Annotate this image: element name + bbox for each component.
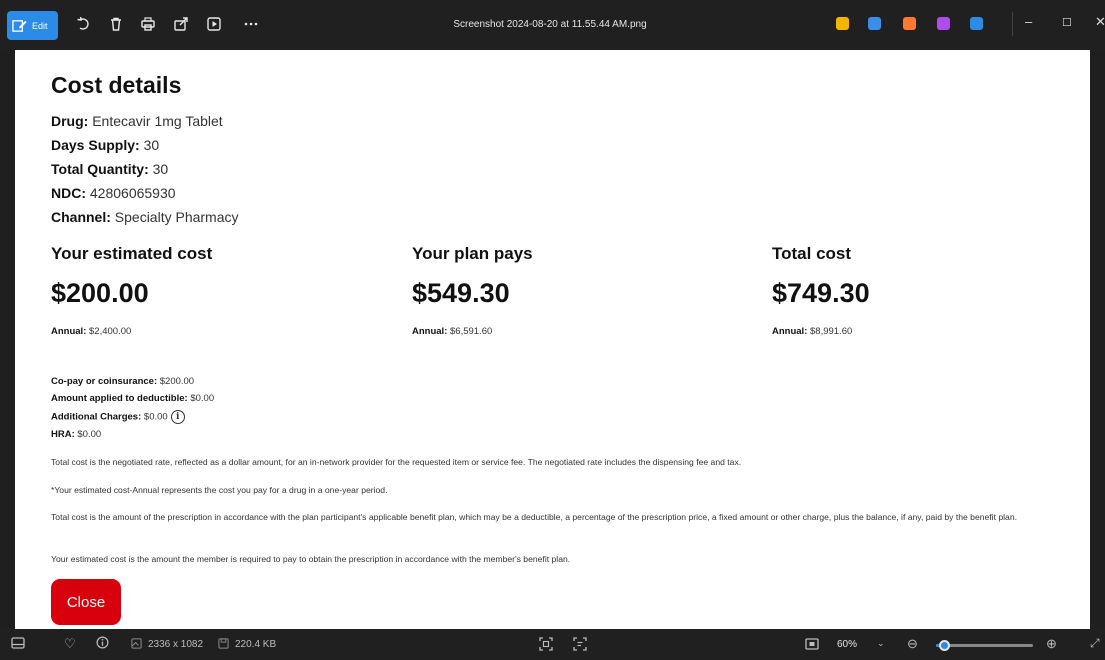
- separator: [1012, 12, 1013, 36]
- column-heading: Total cost: [772, 244, 852, 263]
- column-annual: Annual: $8,991.60: [772, 326, 852, 337]
- slideshow-icon[interactable]: [206, 16, 222, 32]
- column-annual: Annual: $6,591.60: [412, 326, 492, 337]
- close-window-icon[interactable]: ✕: [1095, 14, 1105, 30]
- zoom-level[interactable]: 60%: [837, 639, 857, 650]
- maximize-icon[interactable]: ☐: [1062, 16, 1072, 29]
- column-amount: $200.00: [51, 278, 149, 308]
- page-title: Cost details: [51, 72, 182, 98]
- info-label: Channel:: [51, 209, 111, 225]
- annual-label: Annual:: [772, 326, 808, 337]
- zoom-in-icon[interactable]: ⊕: [1046, 636, 1057, 652]
- breakdown-deductible: Amount applied to deductible: $0.00: [51, 393, 214, 404]
- annual-value: $8,991.60: [810, 326, 853, 337]
- info-label: Days Supply:: [51, 137, 140, 153]
- breakdown-additional-charges: Additional Charges: $0.00 i: [51, 410, 185, 424]
- info-icon[interactable]: i: [170, 410, 185, 424]
- dimensions-icon: [131, 638, 142, 652]
- text-recognition-icon[interactable]: [573, 637, 587, 654]
- annual-label: Annual:: [51, 326, 87, 337]
- info-value: Specialty Pharmacy: [114, 209, 239, 225]
- total-cost-column: Total cost $749.30 Annual: $8,991.60: [772, 244, 1102, 337]
- file-info-icon[interactable]: [96, 636, 109, 652]
- actual-size-icon[interactable]: [805, 637, 819, 654]
- minimize-icon[interactable]: –: [1025, 14, 1032, 29]
- edit-button[interactable]: Edit: [7, 11, 58, 40]
- estimated-cost-column: Your estimated cost $200.00 Annual: $2,4…: [51, 244, 381, 337]
- favorite-icon[interactable]: ♡: [64, 636, 76, 652]
- breakdown-value: $200.00: [159, 376, 195, 387]
- info-ndc: NDC: 42806065930: [51, 185, 176, 201]
- share-icon[interactable]: [173, 16, 189, 32]
- info-drug: Drug: Entecavir 1mg Tablet: [51, 113, 223, 129]
- more-icon[interactable]: [243, 16, 259, 32]
- copilot-app-icon[interactable]: [836, 17, 849, 30]
- breakdown-value: $0.00: [143, 411, 168, 423]
- fit-to-window-icon[interactable]: [539, 637, 553, 654]
- designer-app-icon[interactable]: [868, 17, 881, 30]
- clipchamp-app-icon[interactable]: [903, 17, 916, 30]
- annual-value: $2,400.00: [89, 326, 132, 337]
- column-annual: Annual: $2,400.00: [51, 326, 131, 337]
- delete-icon[interactable]: [108, 16, 124, 32]
- clipchamp-video-icon[interactable]: [937, 17, 950, 30]
- info-total-quantity: Total Quantity: 30: [51, 161, 168, 177]
- image-dimensions: 2336 x 1082: [148, 639, 204, 650]
- info-label: NDC:: [51, 185, 86, 201]
- column-heading: Your plan pays: [412, 244, 533, 263]
- breakdown-value: $0.00: [190, 393, 215, 404]
- note-estimated-cost: Your estimated cost is the amount the me…: [51, 554, 571, 564]
- status-bar: ♡ 2336 x 1082 220.4 KB 60% ⌄ ⊖ ⊕ ⤢: [0, 629, 1105, 660]
- edit-icon: [12, 20, 27, 32]
- title-bar: Edit Screenshot 2024-08-20 at 11.55.44 A…: [0, 0, 1105, 50]
- column-heading: Your estimated cost: [51, 244, 213, 263]
- breakdown-copay: Co-pay or coinsurance: $200.00: [51, 376, 194, 387]
- zoom-dropdown-chevron-icon[interactable]: ⌄: [877, 638, 885, 649]
- full-screen-icon[interactable]: ⤢: [1090, 636, 1100, 651]
- info-value: 30: [143, 137, 160, 153]
- file-size-icon: [218, 638, 229, 652]
- breakdown-label: Additional Charges:: [51, 411, 142, 423]
- note-annual-cost: *Your estimated cost-Annual represents t…: [51, 485, 388, 495]
- note-total-cost-definition: Total cost is the amount of the prescrip…: [51, 512, 1017, 522]
- zoom-slider-thumb[interactable]: [938, 640, 950, 651]
- edit-label: Edit: [32, 20, 48, 31]
- close-button[interactable]: Close: [51, 579, 121, 625]
- info-value: Entecavir 1mg Tablet: [92, 113, 223, 129]
- breakdown-label: Co-pay or coinsurance:: [51, 376, 158, 387]
- breakdown-label: HRA:: [51, 429, 75, 440]
- note-total-cost-rate: Total cost is the negotiated rate, refle…: [51, 457, 742, 467]
- rotate-icon[interactable]: [76, 16, 92, 32]
- info-label: Total Quantity:: [51, 161, 149, 177]
- breakdown-value: $0.00: [77, 429, 102, 440]
- column-amount: $549.30: [412, 278, 510, 308]
- info-channel: Channel: Specialty Pharmacy: [51, 209, 239, 225]
- onedrive-icon[interactable]: [970, 17, 983, 30]
- info-value: 30: [152, 161, 169, 177]
- image-canvas: Cost details Drug: Entecavir 1mg Tablet …: [15, 50, 1090, 629]
- file-size: 220.4 KB: [235, 639, 277, 650]
- zoom-slider[interactable]: [936, 640, 1033, 651]
- annual-value: $6,591.60: [450, 326, 493, 337]
- column-amount: $749.30: [772, 278, 870, 308]
- zoom-out-icon[interactable]: ⊖: [907, 636, 918, 652]
- filmstrip-icon[interactable]: [11, 637, 25, 652]
- plan-pays-column: Your plan pays $549.30 Annual: $6,591.60: [412, 244, 742, 337]
- info-label: Drug:: [51, 113, 89, 129]
- info-days-supply: Days Supply: 30: [51, 137, 159, 153]
- breakdown-hra: HRA: $0.00: [51, 429, 101, 440]
- breakdown-label: Amount applied to deductible:: [51, 393, 188, 404]
- print-icon[interactable]: [140, 16, 156, 32]
- window-title: Screenshot 2024-08-20 at 11.55.44 AM.png: [453, 19, 647, 30]
- info-value: 42806065930: [89, 185, 176, 201]
- annual-label: Annual:: [412, 326, 448, 337]
